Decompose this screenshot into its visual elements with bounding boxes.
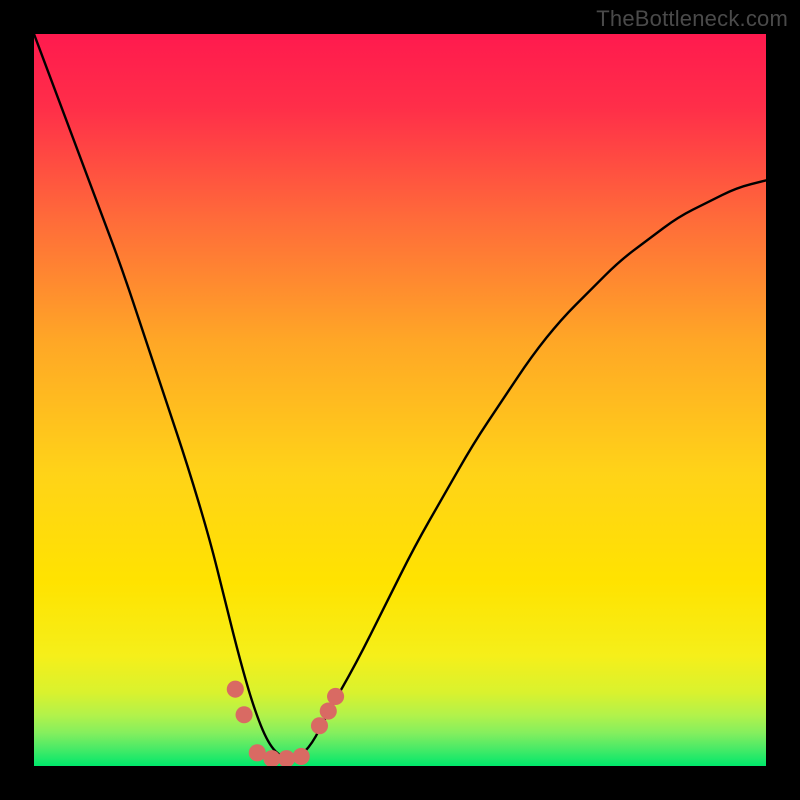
marker-bead [249, 744, 266, 761]
chart-svg [34, 34, 766, 766]
marker-bead [311, 717, 328, 734]
marker-bead [327, 688, 344, 705]
gradient-bg [34, 34, 766, 766]
marker-bead [320, 703, 337, 720]
watermark-text: TheBottleneck.com [596, 6, 788, 32]
marker-bead [227, 681, 244, 698]
chart-frame: TheBottleneck.com [0, 0, 800, 800]
marker-bead [236, 706, 253, 723]
plot-area [34, 34, 766, 766]
marker-bead [293, 748, 310, 765]
